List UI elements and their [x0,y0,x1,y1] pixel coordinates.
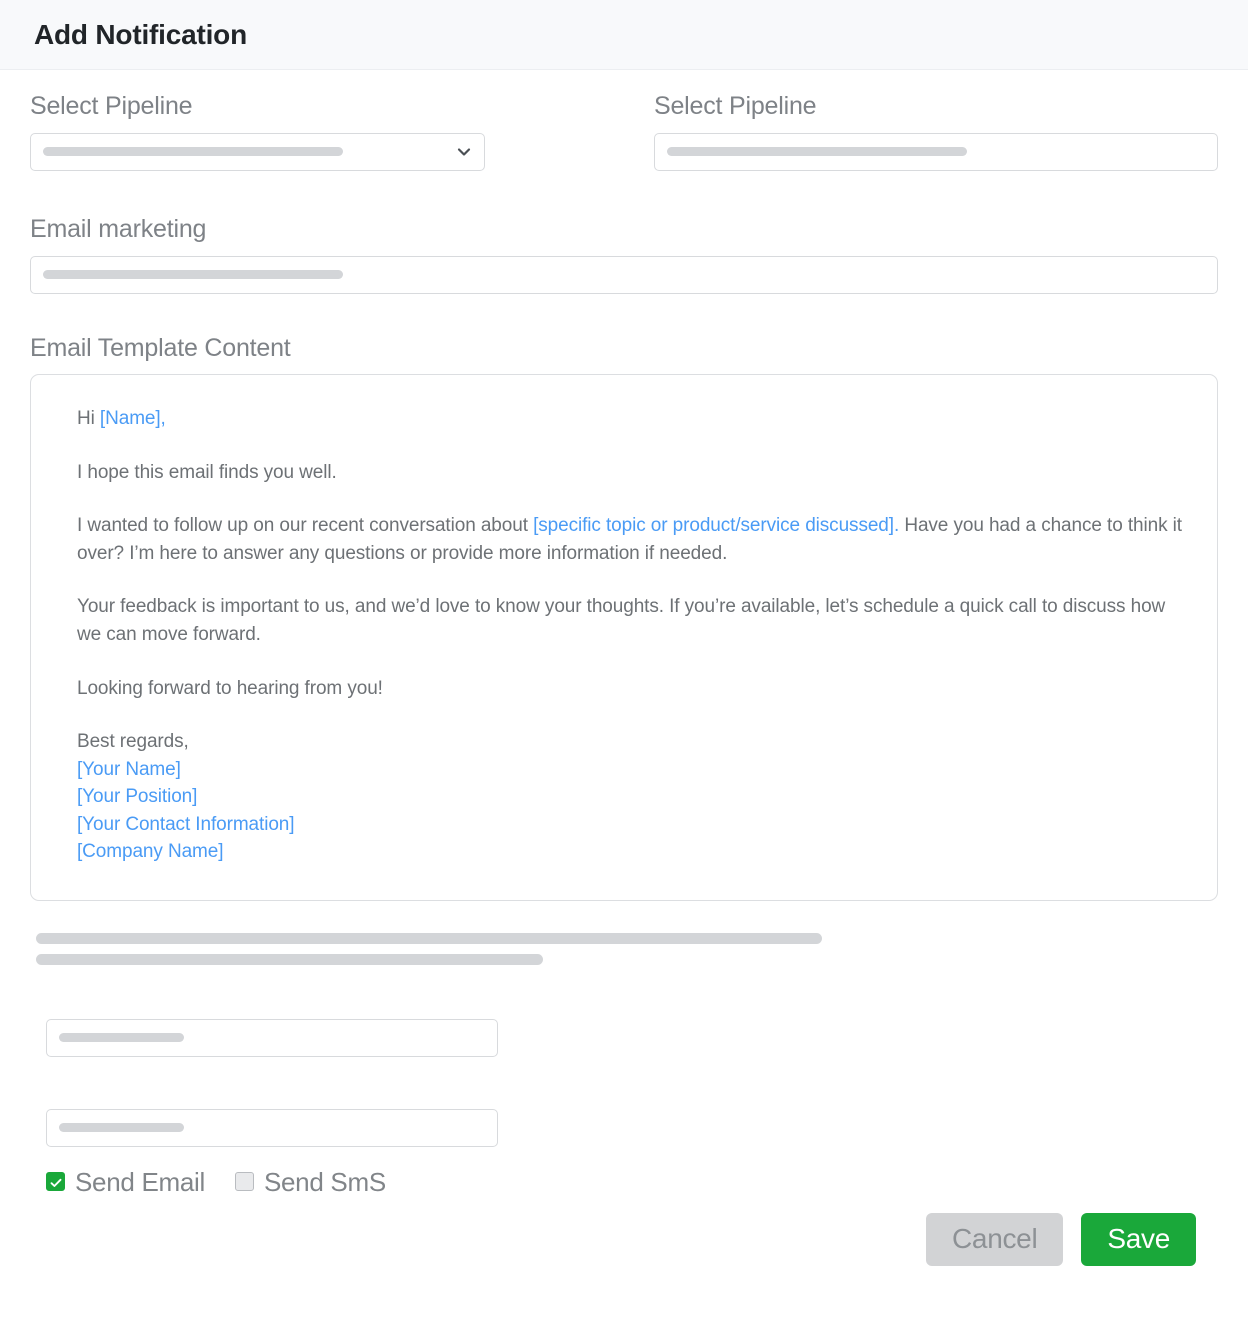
pipeline-input-label: Select Pipeline [654,92,817,120]
send-email-label: Send Email [75,1166,205,1197]
small-input-two[interactable] [46,1108,498,1147]
small-input-two-placeholder-bar [59,1123,184,1133]
send-email-checkbox[interactable] [46,1172,65,1192]
email-template-editor[interactable]: Hi [Name], I hope this email finds you w… [30,374,1218,901]
add-notification-modal: Add Notification Select Pipeline Select … [0,0,1248,1339]
signature-closing: Best regards, [77,731,189,753]
email-text-plain: Looking forward to hearing from you! [77,677,383,699]
cancel-button[interactable]: Cancel [926,1212,1064,1266]
pipeline-input-group: Select Pipeline [624,92,1218,171]
email-marketing-group: Email marketing [30,171,1218,294]
loading-bars-block [30,901,1218,965]
email-text-plain: I hope this email finds you well. [77,461,337,483]
checkbox-item-send-sms[interactable]: Send SmS [234,1166,386,1197]
small-input-one-placeholder-bar [59,1033,184,1043]
pipeline-select-group: Select Pipeline [30,92,624,171]
notification-channel-options: Send Email Send SmS [30,1147,1218,1195]
pipeline-input-placeholder-bar [667,147,967,157]
signature-placeholder-your-position: [Your Position] [77,786,198,808]
modal-footer: Cancel Save [30,1195,1218,1266]
email-placeholder-name: [Name], [99,408,166,430]
email-signature-block: Best regards, [Your Name] [Your Position… [77,728,1183,866]
signature-placeholder-your-name: [Your Name] [77,758,181,780]
email-marketing-label: Email marketing [30,214,207,243]
email-placeholder-topic: [specific topic or product/service discu… [533,515,900,537]
pipeline-select[interactable] [30,132,485,171]
signature-placeholder-company-name: [Company Name] [77,841,224,863]
email-text-plain: I wanted to follow up on our recent conv… [77,515,534,537]
email-marketing-input[interactable] [30,255,1218,294]
email-paragraph-opening: I hope this email finds you well. [77,459,1183,487]
pipeline-input[interactable] [654,132,1218,171]
send-sms-label: Send SmS [263,1166,386,1197]
email-template-group: Email Template Content Hi [Name], I hope… [30,294,1218,901]
chevron-down-icon [456,144,472,160]
email-paragraph-greeting: Hi [Name], [77,405,1183,433]
email-text-plain: Hi [77,408,100,430]
pipeline-field-row: Select Pipeline Select Pipeline [30,70,1218,171]
page-title: Add Notification [34,18,247,50]
loading-bar-secondary [36,953,543,965]
email-marketing-placeholder-bar [43,270,343,279]
email-paragraph-followup: I wanted to follow up on our recent conv… [77,512,1183,567]
save-button[interactable]: Save [1081,1212,1196,1266]
modal-body: Select Pipeline Select Pipeline Email ma… [0,70,1248,1266]
small-input-one-group [30,975,1218,1057]
pipeline-select-placeholder-bar [43,147,343,157]
send-sms-checkbox[interactable] [234,1172,254,1192]
email-template-label: Email Template Content [30,333,291,362]
checkbox-item-send-email[interactable]: Send Email [46,1169,205,1195]
email-text-plain: Your feedback is important to us, and we… [77,596,1166,645]
email-paragraph-feedback: Your feedback is important to us, and we… [77,593,1183,648]
email-paragraph-closing: Looking forward to hearing from you! [77,675,1183,703]
check-icon [50,1176,62,1188]
small-input-one[interactable] [46,1018,498,1057]
signature-placeholder-contact-information: [Your Contact Information] [77,813,295,835]
pipeline-select-label: Select Pipeline [30,92,193,120]
small-input-two-group [30,1057,1218,1147]
modal-header: Add Notification [0,0,1248,70]
loading-bar-primary [36,932,822,944]
